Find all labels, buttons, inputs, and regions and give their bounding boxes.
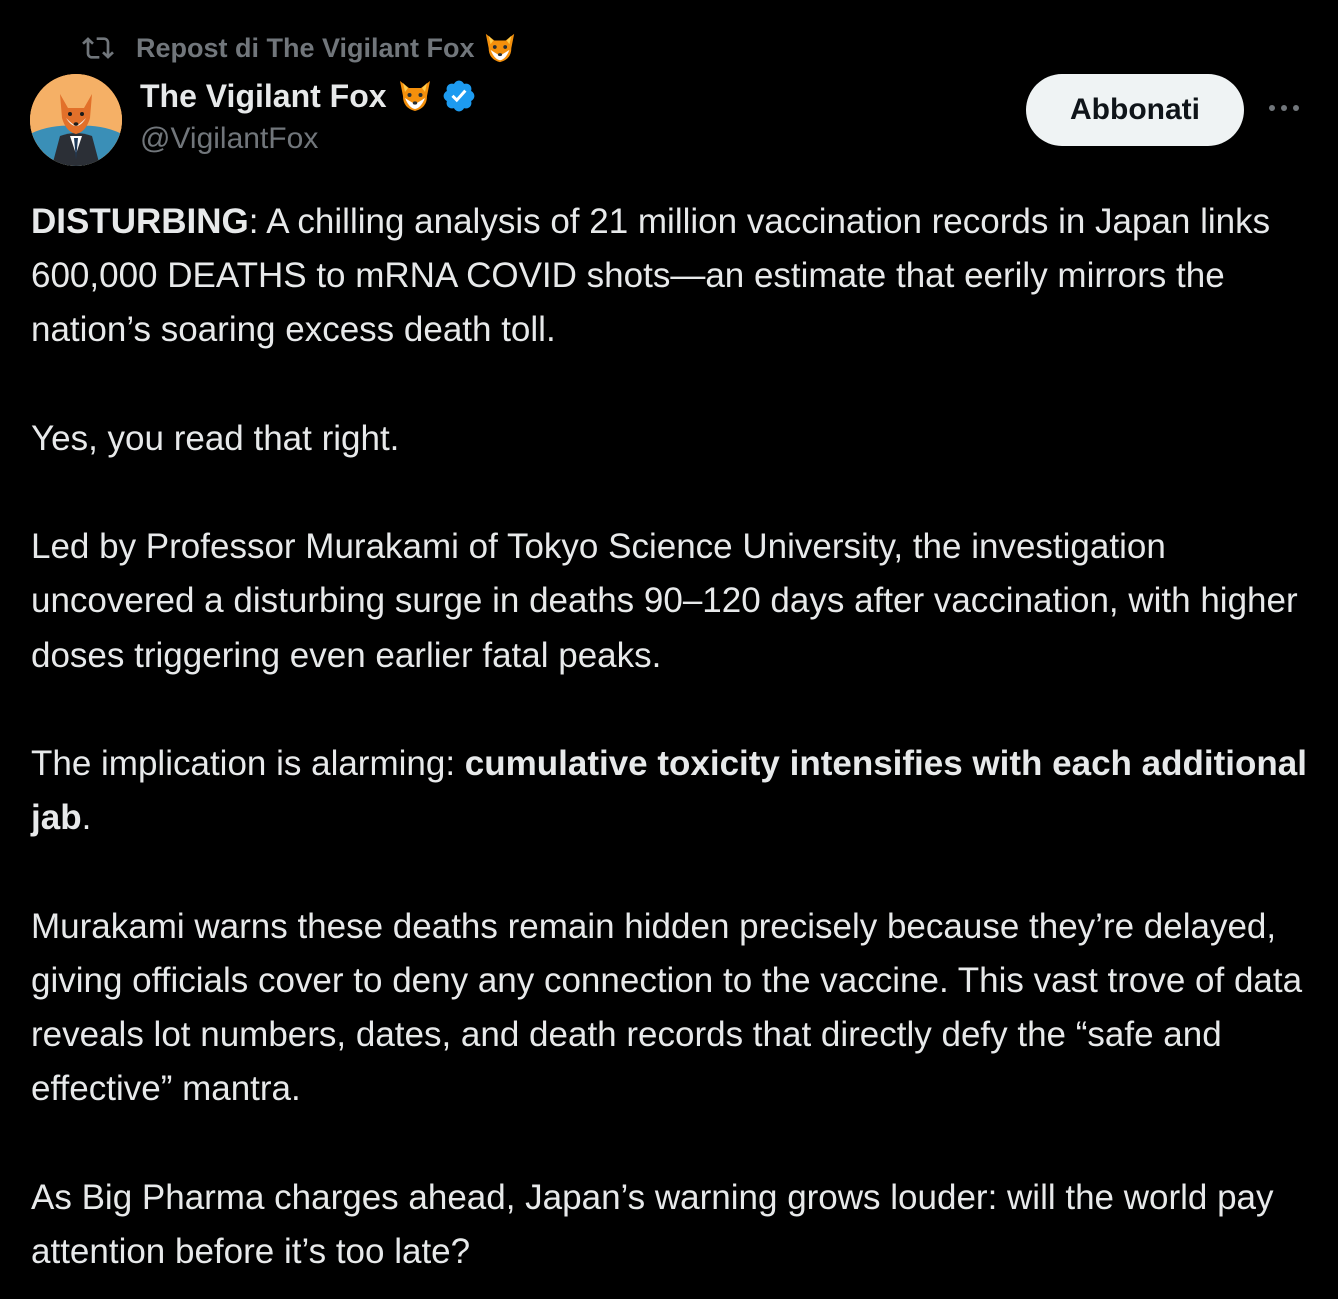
author-name-row: The Vigilant Fox (140, 74, 477, 118)
tweet-text: DISTURBING: A chilling analysis of 21 mi… (31, 195, 1321, 1279)
repost-indicator[interactable]: Repost di The Vigilant Fox (82, 28, 517, 68)
tweet-paragraph: Led by Professor Murakami of Tokyo Scien… (31, 520, 1321, 683)
author-handle[interactable]: @VigilantFox (140, 122, 477, 156)
tweet-text-span: . (81, 798, 92, 838)
tweet-paragraph: DISTURBING: A chilling analysis of 21 mi… (31, 195, 1321, 358)
avatar[interactable] (30, 74, 122, 166)
author-name[interactable]: The Vigilant Fox (140, 78, 387, 115)
repost-text[interactable]: Repost di The Vigilant Fox (136, 33, 475, 64)
repost-icon (82, 32, 114, 64)
tweet-bold-text: DISTURBING (31, 202, 249, 241)
tweet-paragraph: Yes, you read that right. (31, 412, 1321, 466)
tweet-paragraph: As Big Pharma charges ahead, Japan’s war… (31, 1171, 1321, 1279)
more-dots-icon (1266, 101, 1302, 119)
fox-face-icon (483, 31, 517, 65)
verified-badge-icon[interactable] (441, 78, 477, 114)
tweet-paragraph: Murakami warns these deaths remain hidde… (31, 900, 1321, 1117)
tweet-text-span: Yes, you read that right. (31, 418, 400, 458)
fox-face-icon (397, 78, 433, 114)
tweet-text-span: Led by Professor Murakami of Tokyo Scien… (31, 527, 1298, 675)
tweet-text-span: As Big Pharma charges ahead, Japan’s war… (31, 1177, 1274, 1271)
tweet-text-span: The implication is alarming: (31, 743, 465, 783)
tweet-paragraph: The implication is alarming: cumulative … (31, 737, 1321, 845)
more-options-button[interactable] (1262, 92, 1306, 128)
subscribe-button[interactable]: Abbonati (1026, 74, 1244, 146)
tweet-text-span: Murakami warns these deaths remain hidde… (31, 906, 1303, 1109)
author-block: The Vigilant Fox @VigilantFox (140, 74, 477, 156)
